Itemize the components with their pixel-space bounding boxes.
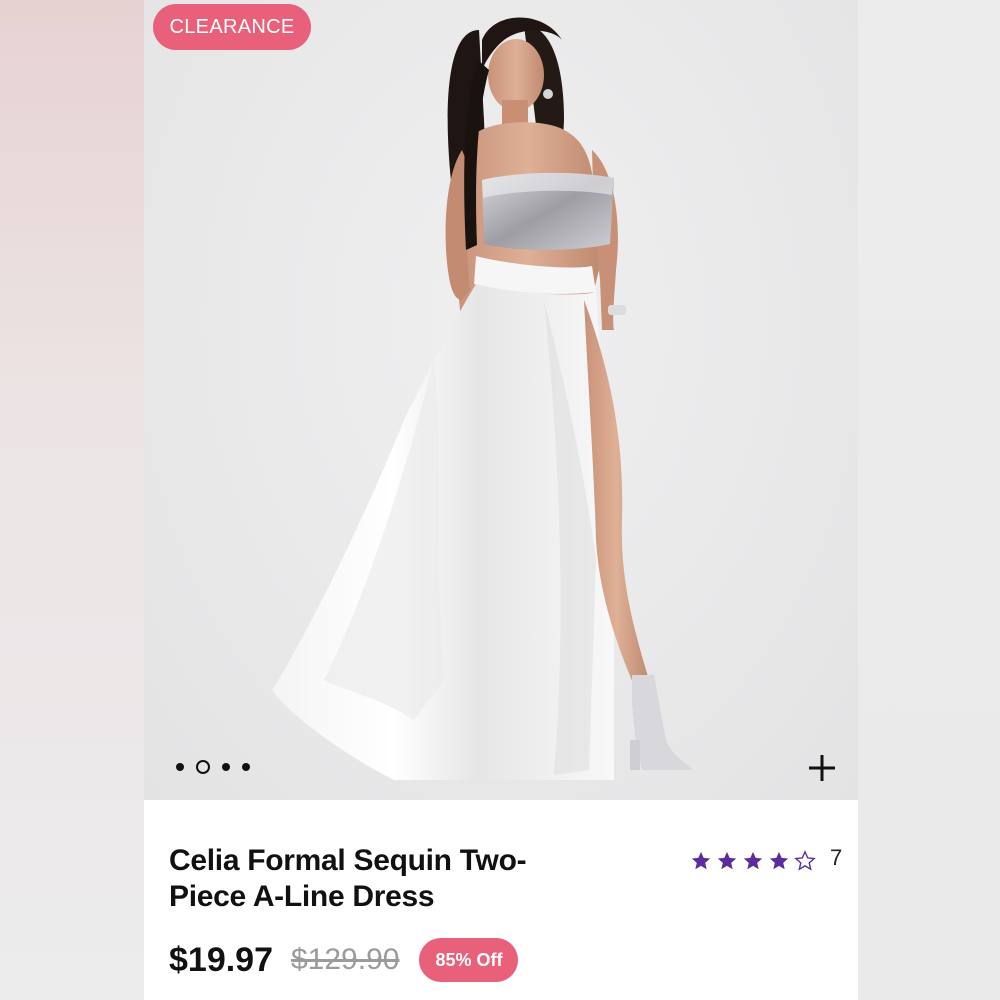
- product-image[interactable]: CLEARANCE: [144, 0, 858, 800]
- carousel-dot-1[interactable]: [176, 763, 184, 771]
- expand-button[interactable]: [806, 752, 838, 784]
- rating-count: 7: [830, 845, 843, 870]
- sale-price: $19.97: [169, 940, 273, 979]
- carousel-dot-4[interactable]: [242, 763, 250, 771]
- star-filled-icon: [717, 851, 737, 870]
- carousel-dot-3[interactable]: [222, 763, 230, 771]
- product-rating[interactable]: 7: [690, 845, 842, 872]
- background-right: [858, 0, 1000, 1000]
- star-filled-icon: [743, 851, 763, 870]
- plus-icon: [809, 755, 835, 781]
- product-card[interactable]: CLEARANCE Celia Formal Sequin Two-Piece …: [144, 0, 858, 1000]
- product-photo: [272, 17, 692, 780]
- discount-badge: 85% Off: [419, 938, 519, 982]
- star-empty-icon: [794, 850, 816, 871]
- original-price: $129.90: [291, 943, 400, 976]
- background-left: [0, 0, 144, 1000]
- price-row: $19.97 $129.90 85% Off: [169, 938, 519, 982]
- star-filled-icon: [691, 851, 711, 870]
- product-title[interactable]: Celia Formal Sequin Two-Piece A-Line Dre…: [169, 843, 589, 915]
- carousel-dot-2-active[interactable]: [196, 760, 210, 774]
- clearance-badge: CLEARANCE: [153, 4, 311, 50]
- carousel-indicator[interactable]: [176, 760, 250, 774]
- star-filled-icon: [769, 851, 789, 870]
